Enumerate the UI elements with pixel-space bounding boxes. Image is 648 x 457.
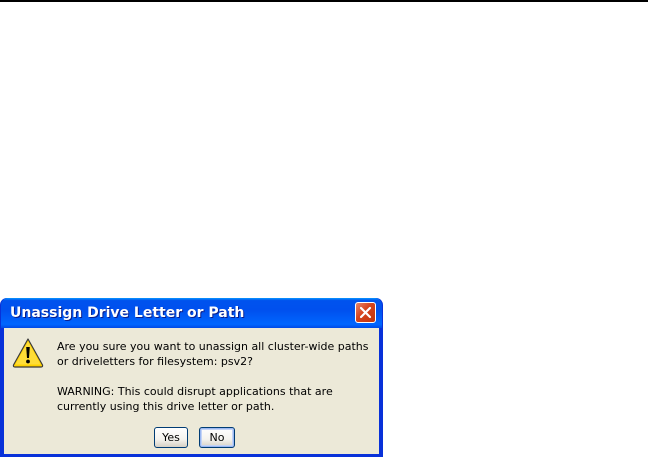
warning-line-1: WARNING: This could disrupt applications… [57, 385, 333, 398]
message-line-1: Are you sure you want to unassign all cl… [57, 340, 369, 353]
screen: Unassign Drive Letter or Path Are you su… [0, 0, 648, 457]
warning-line-2: currently using this drive letter or pat… [57, 400, 275, 413]
dialog-title-bar[interactable]: Unassign Drive Letter or Path [1, 298, 382, 328]
dialog-title: Unassign Drive Letter or Path [10, 305, 245, 321]
close-icon [359, 306, 372, 319]
message-line-2: or driveletters for filesystem: psv2? [57, 355, 253, 368]
dialog-body: Are you sure you want to unassign all cl… [4, 328, 379, 454]
yes-button[interactable]: Yes [154, 427, 188, 448]
unassign-dialog: Unassign Drive Letter or Path Are you su… [0, 298, 383, 457]
close-button[interactable] [355, 302, 376, 323]
warning-icon [12, 338, 44, 368]
no-button[interactable]: No [199, 427, 235, 448]
top-divider [0, 0, 648, 2]
